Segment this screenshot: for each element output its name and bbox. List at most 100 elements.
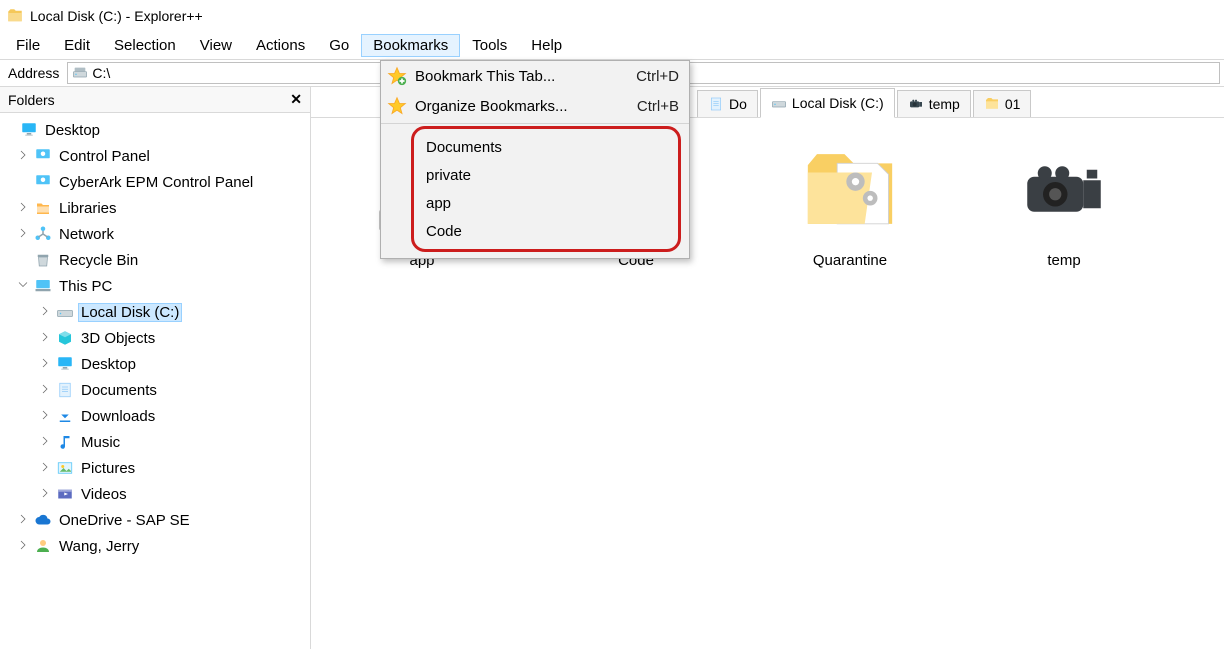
tree-node[interactable]: Music <box>2 429 308 455</box>
bookmarks-highlight: Documents private app Code <box>411 126 681 252</box>
menu-separator <box>381 123 689 124</box>
music-icon <box>56 433 74 451</box>
tree-node-label: Documents <box>78 381 160 400</box>
bookmark-item[interactable]: Documents <box>414 133 678 161</box>
folder-gear-icon <box>795 134 905 244</box>
tree-node[interactable]: Wang, Jerry <box>2 533 308 559</box>
expander-right-icon[interactable] <box>16 226 30 243</box>
video-icon <box>56 485 74 503</box>
menu-edit[interactable]: Edit <box>52 34 102 57</box>
camera-icon <box>1009 134 1119 244</box>
folders-sidebar: Folders ✕ Desktop Control Panel CyberArk E… <box>0 87 311 649</box>
cam-icon <box>908 96 924 112</box>
bookmark-item[interactable]: app <box>414 189 678 217</box>
doc-icon <box>56 381 74 399</box>
expander-right-icon[interactable] <box>38 356 52 373</box>
expander-right-icon[interactable] <box>38 382 52 399</box>
cpanel-icon <box>34 147 52 165</box>
expander-right-icon[interactable] <box>38 460 52 477</box>
menu-selection[interactable]: Selection <box>102 34 188 57</box>
tree-node[interactable]: Control Panel <box>2 143 308 169</box>
tree-node-label: Control Panel <box>56 147 153 166</box>
bookmark-item[interactable]: private <box>414 161 678 189</box>
tree-node[interactable]: Network <box>2 221 308 247</box>
tree-node-label: Network <box>56 225 117 244</box>
bookmark-label: Code <box>426 223 462 240</box>
menu-file[interactable]: File <box>4 34 52 57</box>
expander-right-icon[interactable] <box>38 330 52 347</box>
menu-item[interactable]: Bookmark This Tab...Ctrl+D <box>381 61 689 91</box>
tree-node[interactable]: Libraries <box>2 195 308 221</box>
tree-node-label: Wang, Jerry <box>56 537 142 556</box>
sidebar-close-button[interactable]: ✕ <box>290 91 302 108</box>
tree-node[interactable]: Recycle Bin <box>2 247 308 273</box>
tab[interactable]: Local Disk (C:) <box>760 88 895 118</box>
tree-node-label: Recycle Bin <box>56 251 141 270</box>
menu-bookmarks[interactable]: Bookmarks <box>361 34 460 57</box>
down-icon <box>56 407 74 425</box>
expander-right-icon[interactable] <box>16 512 30 529</box>
tree-node[interactable]: 3D Objects <box>2 325 308 351</box>
tree-node[interactable]: CyberArk EPM Control Panel <box>2 169 308 195</box>
drive-icon <box>56 303 74 321</box>
tree-node[interactable]: OneDrive - SAP SE <box>2 507 308 533</box>
tree-node-label: Videos <box>78 485 130 504</box>
star-add-icon <box>387 66 407 86</box>
menu-item-accel: Ctrl+D <box>636 68 679 85</box>
bookmark-label: private <box>426 167 471 184</box>
menu-tools[interactable]: Tools <box>460 34 519 57</box>
3d-icon <box>56 329 74 347</box>
expander-right-icon[interactable] <box>38 486 52 503</box>
menu-actions[interactable]: Actions <box>244 34 317 57</box>
tab-label: 01 <box>1005 96 1021 112</box>
bookmark-item[interactable]: Code <box>414 217 678 245</box>
expander-down-icon[interactable] <box>16 278 30 295</box>
tree-node-label: Libraries <box>56 199 120 218</box>
address-path: C:\ <box>92 65 110 81</box>
sidebar-header: Folders ✕ <box>0 87 310 113</box>
file-name: Quarantine <box>813 252 887 269</box>
expander-right-icon[interactable] <box>16 200 30 217</box>
tab-label: Local Disk (C:) <box>792 95 884 111</box>
tree-node[interactable]: Pictures <box>2 455 308 481</box>
recycle-icon <box>34 251 52 269</box>
tab-label: Do <box>729 96 747 112</box>
expander-right-icon[interactable] <box>38 434 52 451</box>
tree-node-label: CyberArk EPM Control Panel <box>56 173 256 192</box>
file-item[interactable]: Quarantine <box>755 134 945 269</box>
tree-node-label: Desktop <box>42 121 103 140</box>
tree-node[interactable]: Desktop <box>2 351 308 377</box>
bookmark-label: app <box>426 195 451 212</box>
tab[interactable]: Do <box>697 90 758 117</box>
cpanel-icon <box>34 173 52 191</box>
tree-node[interactable]: Documents <box>2 377 308 403</box>
menu-item[interactable]: Organize Bookmarks...Ctrl+B <box>381 91 689 121</box>
menu-go[interactable]: Go <box>317 34 361 57</box>
sidebar-title: Folders <box>8 92 55 108</box>
tree-node-label: This PC <box>56 277 115 296</box>
tree-node-label: Music <box>78 433 123 452</box>
tab[interactable]: 01 <box>973 90 1032 117</box>
tree-node-label: 3D Objects <box>78 329 158 348</box>
expander-right-icon[interactable] <box>38 304 52 321</box>
file-item[interactable]: temp <box>969 134 1159 269</box>
cloud-icon <box>34 511 52 529</box>
expander-right-icon[interactable] <box>16 148 30 165</box>
tree-node[interactable]: Videos <box>2 481 308 507</box>
tree-node-label: Pictures <box>78 459 138 478</box>
menu-item-label: Bookmark This Tab... <box>415 68 636 85</box>
pic-icon <box>56 459 74 477</box>
tree-node[interactable]: Local Disk (C:) <box>2 299 308 325</box>
folder-tree[interactable]: Desktop Control Panel CyberArk EPM Control… <box>0 113 310 649</box>
bookmark-label: Documents <box>426 139 502 156</box>
menu-view[interactable]: View <box>188 34 244 57</box>
tree-node-label: Desktop <box>78 355 139 374</box>
tree-node[interactable]: Desktop <box>2 117 308 143</box>
tab[interactable]: temp <box>897 90 971 117</box>
tree-node[interactable]: Downloads <box>2 403 308 429</box>
menu-help[interactable]: Help <box>519 34 574 57</box>
expander-right-icon[interactable] <box>38 408 52 425</box>
expander-right-icon[interactable] <box>16 538 30 555</box>
tree-node-label: Downloads <box>78 407 158 426</box>
tree-node[interactable]: This PC <box>2 273 308 299</box>
